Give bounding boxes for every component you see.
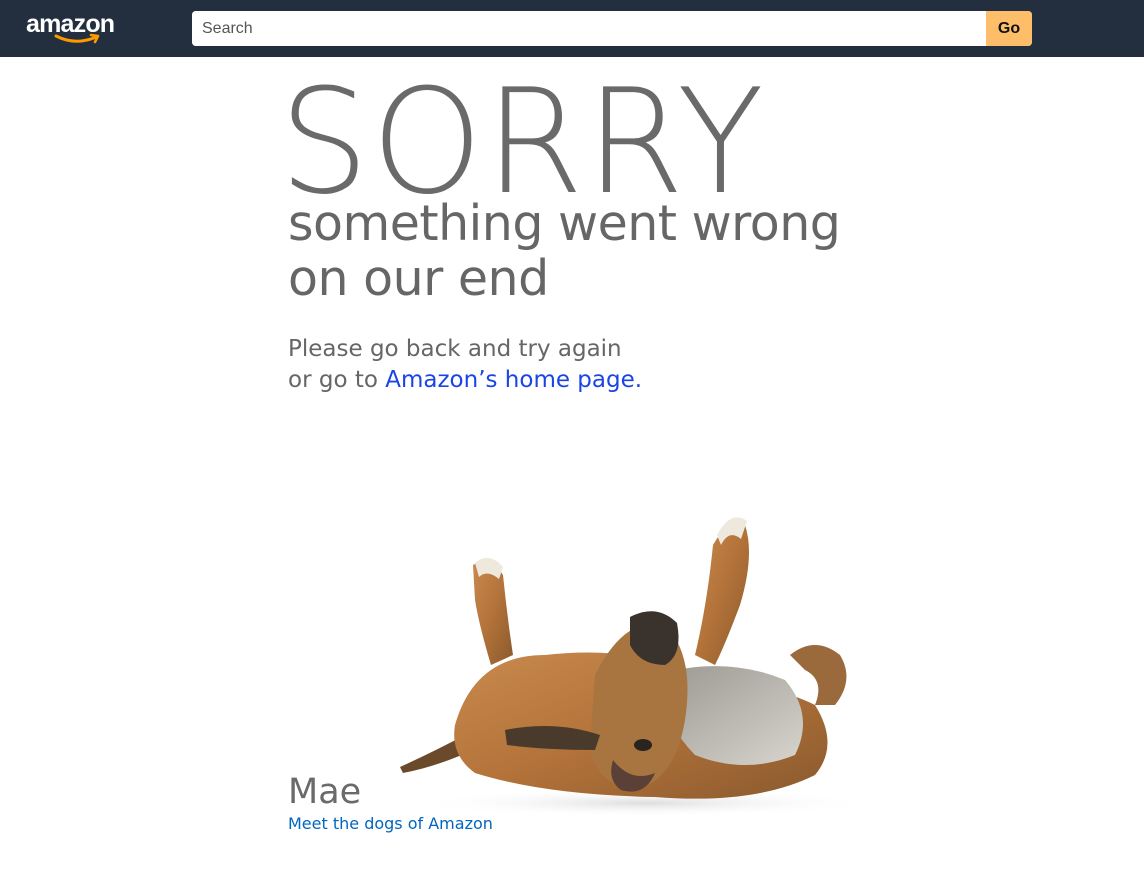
home-page-link[interactable]: Amazon’s home page. xyxy=(385,367,642,393)
dog-photo xyxy=(400,517,870,817)
instruction-prefix: or go to xyxy=(288,367,386,393)
meet-dogs-link[interactable]: Meet the dogs of Amazon xyxy=(288,813,493,835)
smile-arrow-icon xyxy=(54,33,100,44)
error-instructions: Please go back and try again or go to Am… xyxy=(288,334,642,396)
error-subtitle: something went wrong on our end xyxy=(288,196,888,306)
header-bar: amazon Go xyxy=(0,0,1144,57)
amazon-logo[interactable]: amazon xyxy=(26,9,136,49)
search-input[interactable] xyxy=(192,11,986,46)
go-button[interactable]: Go xyxy=(986,11,1032,46)
instruction-line-1: Please go back and try again xyxy=(288,336,622,362)
subtitle-line-2: on our end xyxy=(288,250,549,307)
subtitle-line-1: something went wrong xyxy=(288,195,841,252)
dog-name: Mae xyxy=(288,772,362,812)
instruction-line-2: or go to Amazon’s home page. xyxy=(288,365,642,396)
error-headline: SORRY xyxy=(279,58,766,227)
search-bar: Go xyxy=(192,11,1032,46)
